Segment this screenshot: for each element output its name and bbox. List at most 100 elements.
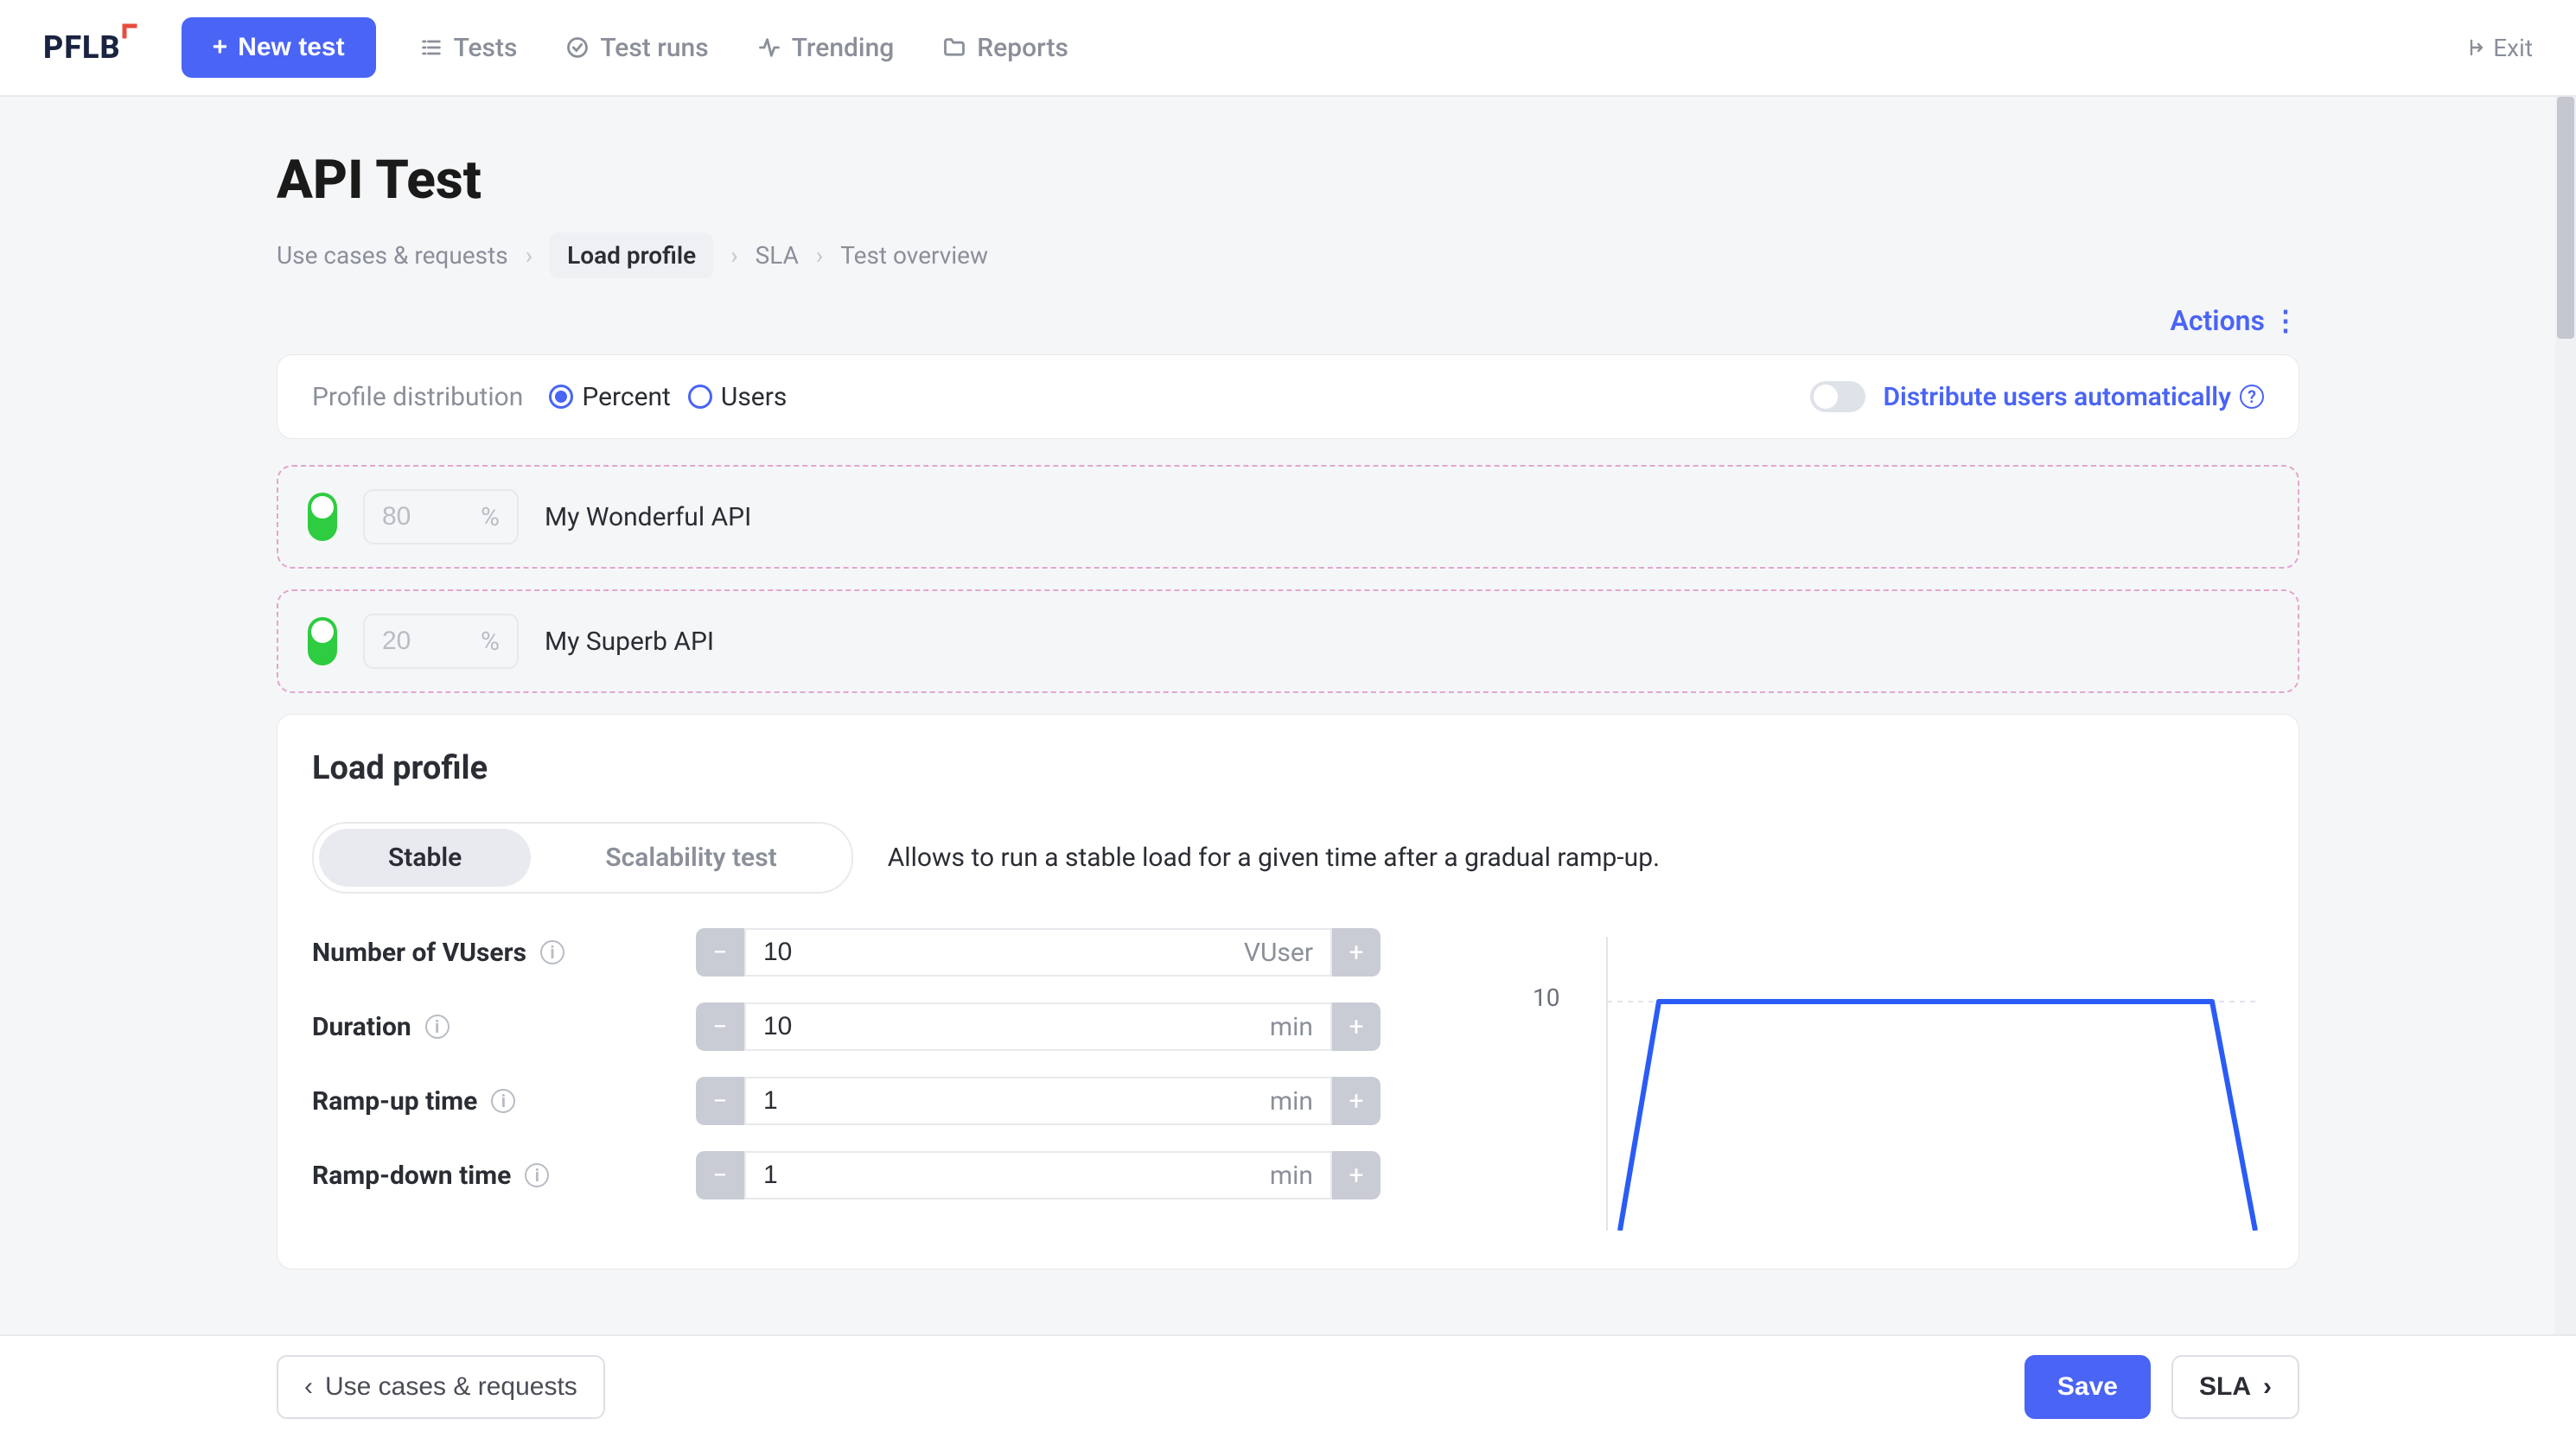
radio-icon: [549, 385, 573, 409]
radio-icon: [688, 385, 712, 409]
param-unit: min: [1270, 1086, 1313, 1117]
chevron-right-icon: ›: [526, 241, 532, 270]
exit-button[interactable]: Exit: [2464, 34, 2533, 62]
param-label: Duration: [312, 1012, 411, 1042]
list-icon: [419, 35, 443, 60]
tab-stable[interactable]: Stable: [319, 829, 531, 887]
decrement-button[interactable]: −: [696, 928, 744, 977]
topbar: PFLB + New test Tests Test runs Trending…: [0, 0, 2576, 97]
folder-icon: [942, 35, 966, 60]
increment-button[interactable]: +: [1332, 1151, 1380, 1199]
decrement-button[interactable]: −: [696, 1151, 744, 1199]
toggle-knob: [1814, 385, 1838, 409]
scrollbar-thumb[interactable]: [2557, 97, 2574, 339]
logo[interactable]: PFLB: [43, 29, 147, 66]
crumb-sla[interactable]: SLA: [756, 241, 799, 270]
api-row: % My Superb API: [277, 589, 2299, 693]
crumb-load-profile[interactable]: Load profile: [550, 232, 713, 278]
api-enable-toggle[interactable]: [308, 493, 337, 541]
param-unit: min: [1270, 1012, 1313, 1042]
api-enable-toggle[interactable]: [308, 617, 337, 665]
param-ramp-up: Ramp-up time i − min +: [312, 1077, 1503, 1125]
actions-label: Actions: [2170, 304, 2265, 337]
param-label: Ramp-up time: [312, 1086, 477, 1117]
increment-button[interactable]: +: [1332, 1002, 1380, 1051]
nav-reports-label: Reports: [977, 33, 1068, 63]
radio-users[interactable]: Users: [688, 382, 787, 412]
increment-button[interactable]: +: [1332, 1077, 1380, 1125]
new-test-label: New test: [238, 33, 344, 62]
api-percent-value[interactable]: [382, 502, 434, 531]
info-icon[interactable]: i: [425, 1015, 450, 1039]
back-label: Use cases & requests: [325, 1372, 577, 1402]
help-icon[interactable]: ?: [2240, 385, 2264, 409]
back-button[interactable]: ‹ Use cases & requests: [277, 1355, 605, 1419]
rampdown-input[interactable]: [763, 1161, 850, 1190]
param-vusers: Number of VUsers i − VUser +: [312, 928, 1503, 977]
next-button[interactable]: SLA ›: [2171, 1355, 2299, 1419]
vusers-stepper: − VUser +: [696, 928, 1380, 977]
distribution-card: Profile distribution Percent Users Distr…: [277, 354, 2299, 439]
check-circle-icon: [565, 35, 590, 60]
api-percent-input[interactable]: %: [363, 489, 519, 544]
api-name: My Superb API: [545, 627, 714, 657]
tab-scalability[interactable]: Scalability test: [536, 829, 845, 887]
new-test-button[interactable]: + New test: [182, 17, 376, 78]
vertical-scrollbar[interactable]: [2555, 97, 2576, 1334]
nav-tests-label: Tests: [454, 33, 518, 63]
logo-accent-icon: [121, 22, 147, 48]
save-button[interactable]: Save: [2024, 1355, 2151, 1419]
info-icon[interactable]: i: [540, 940, 564, 964]
distribute-auto-toggle[interactable]: [1810, 381, 1865, 412]
decrement-button[interactable]: −: [696, 1002, 744, 1051]
nav-test-runs[interactable]: Test runs: [565, 33, 708, 63]
param-duration: Duration i − min +: [312, 1002, 1503, 1051]
load-chart: 10: [1572, 928, 2264, 1234]
rampup-input[interactable]: [763, 1086, 850, 1116]
info-icon[interactable]: i: [491, 1089, 515, 1113]
radio-percent-label: Percent: [582, 382, 671, 412]
main: API Test Use cases & requests › Load pro…: [0, 97, 2576, 1269]
decrement-button[interactable]: −: [696, 1077, 744, 1125]
duration-input[interactable]: [763, 1012, 850, 1041]
exit-label: Exit: [2493, 34, 2533, 62]
nav-trending[interactable]: Trending: [757, 33, 895, 63]
api-percent-value[interactable]: [382, 627, 434, 656]
kebab-icon: ⋮: [2272, 304, 2299, 337]
param-unit: min: [1270, 1161, 1313, 1191]
load-profile-card: Load profile Stable Scalability test All…: [277, 714, 2299, 1269]
plus-icon: +: [213, 33, 228, 62]
nav: Tests Test runs Trending Reports: [419, 33, 2464, 63]
nav-reports[interactable]: Reports: [942, 33, 1068, 63]
percent-unit: %: [481, 502, 500, 532]
chevron-right-icon: ›: [816, 241, 823, 270]
param-list: Number of VUsers i − VUser +: [312, 928, 1503, 1199]
rampup-stepper: − min +: [696, 1077, 1380, 1125]
logo-text: PFLB: [43, 29, 121, 66]
nav-test-runs-label: Test runs: [600, 33, 708, 63]
distribute-auto-label: Distribute users automatically ?: [1883, 382, 2264, 412]
page-title: API Test: [277, 149, 2299, 212]
chevron-right-icon: ›: [730, 241, 737, 270]
api-name: My Wonderful API: [545, 502, 751, 532]
api-row: % My Wonderful API: [277, 465, 2299, 569]
radio-percent[interactable]: Percent: [549, 382, 671, 412]
distribute-auto-text: Distribute users automatically: [1883, 382, 2231, 412]
load-type-description: Allows to run a stable load for a given …: [888, 843, 1660, 873]
next-label: SLA: [2199, 1372, 2251, 1402]
vusers-input[interactable]: [763, 938, 850, 967]
param-label: Ramp-down time: [312, 1161, 511, 1191]
exit-icon: [2464, 37, 2484, 58]
increment-button[interactable]: +: [1332, 928, 1380, 977]
nav-tests[interactable]: Tests: [419, 33, 518, 63]
actions-menu-button[interactable]: Actions ⋮: [2170, 304, 2299, 337]
distribution-radio-group: Percent Users: [549, 382, 787, 412]
api-percent-input[interactable]: %: [363, 614, 519, 669]
crumb-use-cases[interactable]: Use cases & requests: [277, 241, 508, 270]
distribution-label: Profile distribution: [312, 382, 523, 412]
chart-svg: [1572, 937, 2264, 1231]
nav-trending-label: Trending: [792, 33, 895, 63]
crumb-overview[interactable]: Test overview: [840, 241, 988, 270]
load-type-tabs: Stable Scalability test: [312, 822, 853, 894]
info-icon[interactable]: i: [525, 1163, 549, 1187]
